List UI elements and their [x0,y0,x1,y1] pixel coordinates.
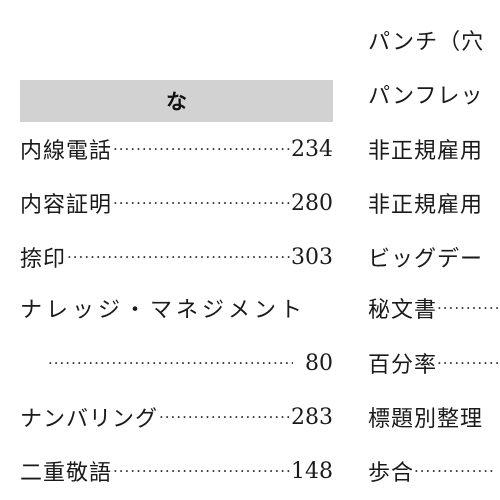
dot-leader [437,299,500,317]
dot-leader [67,248,290,266]
entry-term: 非正規雇用 [368,139,484,164]
index-column-right: パンチ（穴 パンフレッ 非正規雇用 非正規雇用 ビッグデー 秘文書 百分率 標題… [368,0,500,500]
index-entry: 非正規雇用 [368,131,500,167]
index-page: な 内線電話 234 内容証明 280 捺印 303 ナレッジ・マネジメント 8… [0,0,500,500]
index-entry: 歩合 [368,453,500,489]
dot-leader [113,462,290,480]
index-entry: 捺印 303 [20,239,333,275]
index-entry: パンフレッ [368,76,500,112]
entry-page-number: 234 [291,136,333,162]
entry-page-number: 303 [291,244,333,270]
index-entry: 二重敬語 148 [20,453,333,489]
entry-term: パンフレッ [368,84,484,109]
section-header-na: な [20,80,333,122]
index-entry: 内線電話 234 [20,131,333,167]
entry-term: 非正規雇用 [368,193,484,218]
index-entry: ナンバリング 283 [20,399,333,435]
entry-term: 捺印 [20,247,67,272]
entry-term: 標題別整理 [368,407,484,432]
dot-leader [113,140,290,158]
entry-page-number: 80 [305,350,333,376]
dot-leader [113,194,290,212]
entry-page-number: 280 [291,190,333,216]
entry-term: 百分率 [368,353,438,378]
entry-term: 二重敬語 [20,461,113,486]
section-header-label: な [166,90,187,114]
entry-page-number: 283 [291,404,333,430]
dot-leader [48,354,293,372]
entry-page-number: 148 [291,458,333,484]
index-entry: 百分率 [368,345,500,381]
entry-term: 内容証明 [20,193,113,218]
dot-leader [414,462,495,480]
index-entry: ビッグデー [368,239,500,275]
entry-term: 秘文書 [368,298,438,323]
index-entry: 内容証明 280 [20,185,333,221]
index-column-left: な 内線電話 234 内容証明 280 捺印 303 ナレッジ・マネジメント 8… [20,0,333,500]
index-entry: 非正規雇用 [368,185,500,221]
entry-term: ナレッジ・マネジメント [20,298,307,323]
entry-term: パンチ（穴 [368,30,485,55]
index-entry-continuation: 80 [20,345,333,381]
entry-term: ビッグデー [368,247,484,272]
index-entry: パンチ（穴 [368,22,500,58]
dot-leader [437,354,500,372]
entry-term: 内線電話 [20,139,113,164]
entry-term: 歩合 [368,461,415,486]
entry-term: ナンバリング [20,407,159,432]
index-entry: ナレッジ・マネジメント [20,290,333,326]
index-entry: 秘文書 [368,290,500,326]
dot-leader [159,408,290,426]
index-entry: 標題別整理 [368,399,500,435]
